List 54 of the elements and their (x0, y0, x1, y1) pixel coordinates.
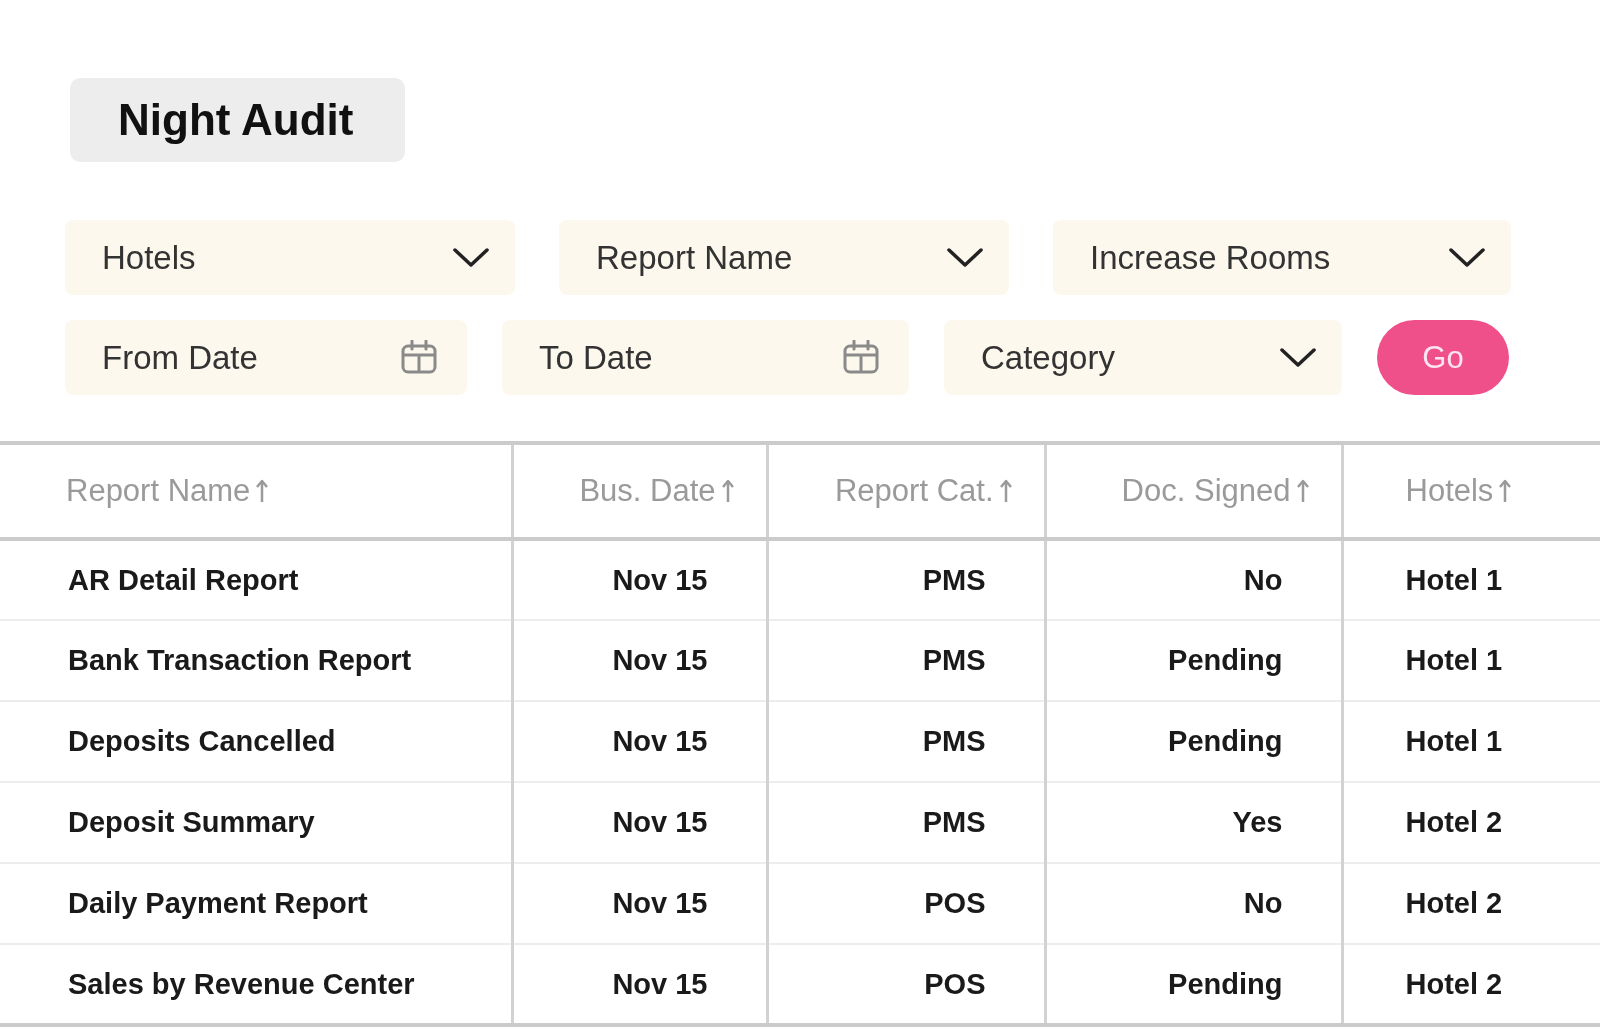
dropdown[interactable]: Increase Rooms (1053, 220, 1511, 295)
table-cell: No (1045, 863, 1342, 944)
table-cell: Deposits Cancelled (0, 701, 512, 782)
calendar-icon (843, 340, 879, 374)
table-cell: Hotel 2 (1342, 944, 1600, 1025)
table-cell: Hotel 1 (1342, 539, 1600, 620)
chevron-down-icon (947, 247, 983, 268)
table-cell: Nov 15 (512, 782, 767, 863)
table-cell: Bank Transaction Report (0, 620, 512, 701)
sort-arrow-icon (256, 479, 269, 503)
column-header[interactable]: Bus. Date (579, 473, 734, 509)
dropdown[interactable]: Category (944, 320, 1342, 395)
table-cell: PMS (767, 701, 1045, 782)
table-cell: Nov 15 (512, 944, 767, 1025)
table-cell: PMS (767, 620, 1045, 701)
table-cell: Pending (1045, 944, 1342, 1025)
table-cell: Hotel 2 (1342, 863, 1600, 944)
table-cell: AR Detail Report (0, 539, 512, 620)
table-cell: PMS (767, 539, 1045, 620)
chevron-down-icon (1280, 347, 1316, 368)
table-cell: Nov 15 (512, 863, 767, 944)
table-cell: Nov 15 (512, 539, 767, 620)
table-cell: Hotel 1 (1342, 620, 1600, 701)
page-title: Night Audit (70, 78, 406, 162)
calendar-icon (401, 340, 437, 374)
date-field[interactable]: To Date (502, 320, 909, 395)
table-cell: No (1045, 539, 1342, 620)
dropdown[interactable]: Hotels (65, 220, 515, 295)
table-cell: Hotel 1 (1342, 701, 1600, 782)
chevron-down-icon (1449, 247, 1485, 268)
table-cell: POS (767, 863, 1045, 944)
column-header[interactable]: Hotels (1405, 473, 1512, 509)
column-header[interactable]: Report Cat. (835, 473, 1012, 509)
sort-arrow-icon (1296, 479, 1309, 503)
table-cell: PMS (767, 782, 1045, 863)
sort-arrow-icon (721, 479, 734, 503)
table-cell: POS (767, 944, 1045, 1025)
column-header[interactable]: Report Name (66, 473, 269, 509)
table-cell: Pending (1045, 620, 1342, 701)
table-cell: Sales by Revenue Center (0, 944, 512, 1025)
go-button[interactable]: Go (1377, 320, 1509, 395)
chevron-down-icon (453, 247, 489, 268)
table-cell: Deposit Summary (0, 782, 512, 863)
table-cell: Daily Payment Report (0, 863, 512, 944)
column-header[interactable]: Doc. Signed (1121, 473, 1309, 509)
sort-arrow-icon (1499, 479, 1512, 503)
table-cell: Pending (1045, 701, 1342, 782)
table-cell: Hotel 2 (1342, 782, 1600, 863)
dropdown[interactable]: Report Name (559, 220, 1009, 295)
table-cell: Yes (1045, 782, 1342, 863)
table-cell: Nov 15 (512, 620, 767, 701)
date-field[interactable]: From Date (65, 320, 467, 395)
sort-arrow-icon (999, 479, 1012, 503)
table-cell: Nov 15 (512, 701, 767, 782)
